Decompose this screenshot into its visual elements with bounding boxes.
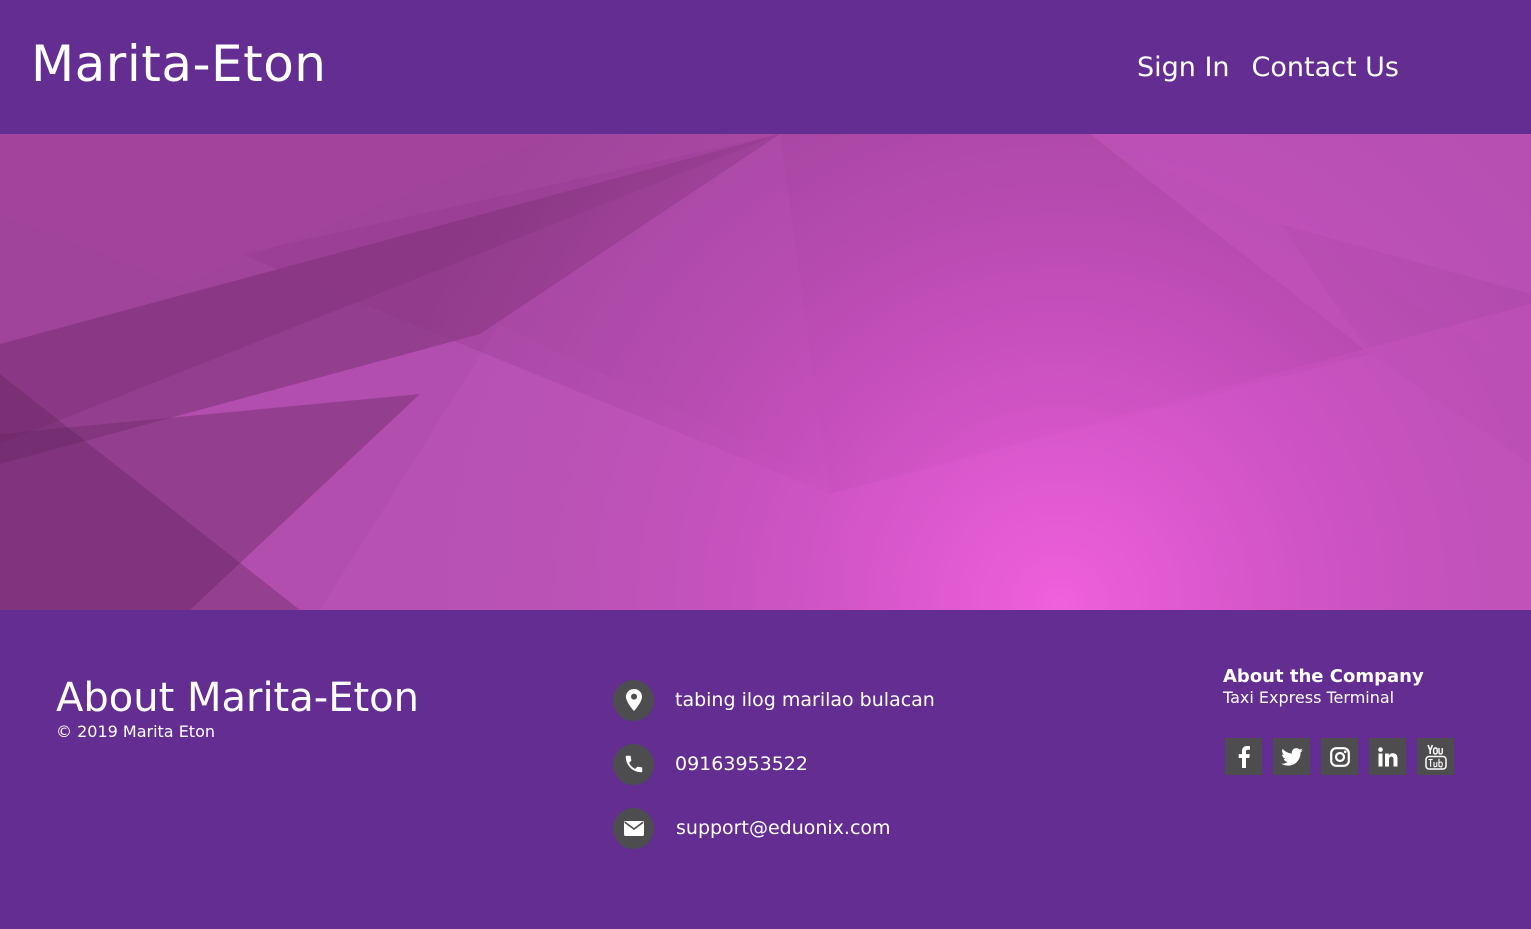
contact-address-text: tabing ilog marilao bulacan — [675, 689, 935, 711]
linkedin-icon[interactable] — [1369, 738, 1406, 775]
company-section: About the Company Taxi Express Terminal — [1223, 666, 1454, 775]
company-subtitle: Taxi Express Terminal — [1223, 688, 1395, 707]
nav-link-contact-us[interactable]: Contact Us — [1252, 48, 1399, 88]
social-links — [1225, 738, 1454, 775]
contact-email-text[interactable]: support@eduonix.com — [676, 816, 891, 840]
site-header: Marita-Eton Sign In Contact Us — [0, 0, 1531, 134]
nav-link-sign-in[interactable]: Sign In — [1137, 48, 1230, 88]
youtube-icon[interactable] — [1417, 738, 1454, 775]
company-title: About the Company — [1223, 666, 1424, 687]
facebook-icon[interactable] — [1225, 738, 1262, 775]
map-marker-icon — [613, 679, 654, 721]
phone-icon — [613, 743, 654, 785]
contact-list: tabing ilog marilao bulacan 09163953522 … — [613, 679, 935, 849]
contact-address: tabing ilog marilao bulacan — [613, 679, 935, 721]
contact-phone: 09163953522 — [613, 743, 935, 785]
about-section: About Marita-Eton © 2019 Marita Eton — [56, 674, 419, 742]
top-nav: Sign In Contact Us — [1137, 48, 1399, 88]
envelope-icon — [613, 807, 654, 849]
hero-banner — [0, 134, 1531, 610]
contact-email: support@eduonix.com — [613, 807, 935, 849]
site-footer: About Marita-Eton © 2019 Marita Eton tab… — [0, 610, 1531, 929]
hero-background-pattern — [0, 134, 1531, 610]
instagram-icon[interactable] — [1321, 738, 1358, 775]
about-title: About Marita-Eton — [56, 675, 419, 721]
brand-logo-text[interactable]: Marita-Eton — [31, 30, 327, 98]
copyright-text: © 2019 Marita Eton — [56, 722, 215, 741]
twitter-icon[interactable] — [1273, 738, 1310, 775]
contact-phone-text: 09163953522 — [675, 753, 808, 775]
